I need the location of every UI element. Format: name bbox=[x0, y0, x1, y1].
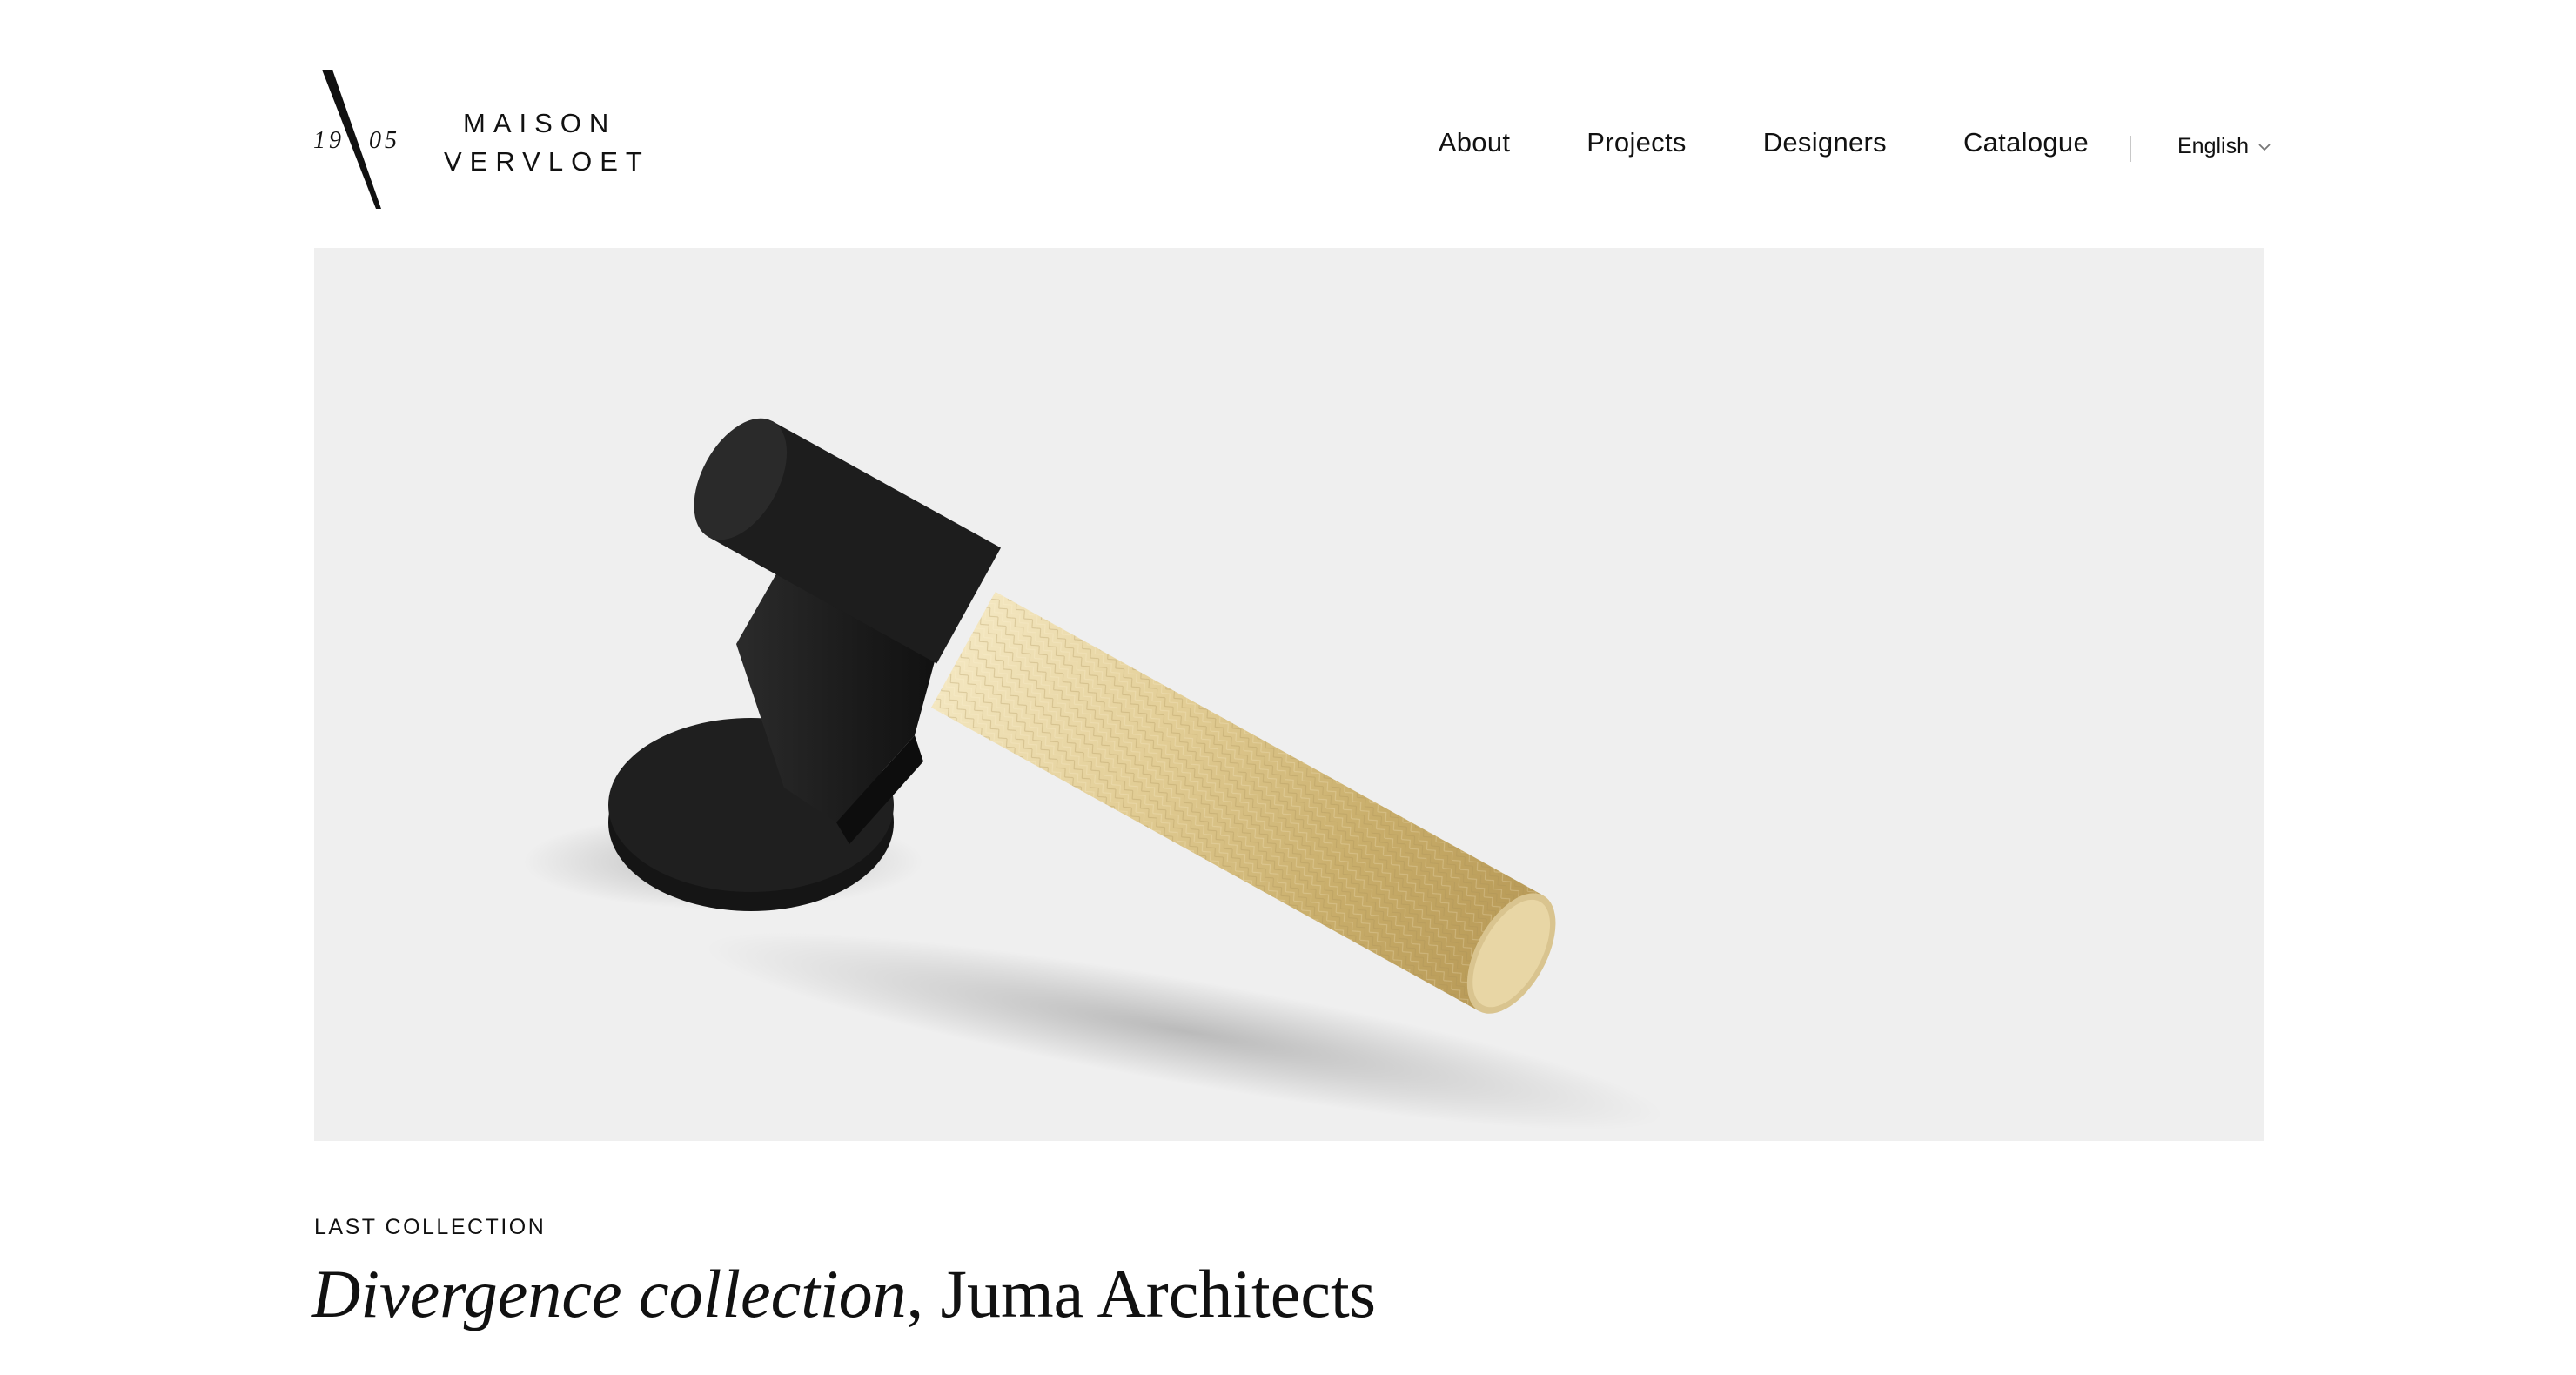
nav-divider bbox=[2130, 136, 2131, 162]
main-nav: About Projects Designers Catalogue bbox=[1439, 127, 2089, 158]
brand-logo[interactable]: 19 05 MAISON VERVLOET bbox=[313, 68, 642, 209]
feature-title-collection: Divergence collection bbox=[312, 1256, 907, 1331]
language-label: English bbox=[2177, 134, 2249, 158]
site-header: 19 05 MAISON VERVLOET About Projects Des… bbox=[0, 0, 2576, 235]
chevron-down-icon bbox=[2258, 143, 2271, 151]
logo-wordmark-line1: MAISON bbox=[463, 108, 617, 138]
nav-projects[interactable]: Projects bbox=[1587, 127, 1686, 158]
language-selector[interactable]: English bbox=[2177, 134, 2271, 159]
logo-year-right: 05 bbox=[369, 127, 400, 154]
feature-title-architect: , Juma Architects bbox=[906, 1256, 1376, 1331]
nav-about[interactable]: About bbox=[1439, 127, 1511, 158]
section-eyebrow: LAST COLLECTION bbox=[314, 1215, 547, 1239]
feature-title-link[interactable]: Divergence collection, Juma Architects bbox=[312, 1260, 1376, 1328]
door-handle-illustration bbox=[523, 418, 1665, 1130]
nav-catalogue[interactable]: Catalogue bbox=[1963, 127, 2089, 158]
logo-wordmark-line2: VERVLOET bbox=[444, 146, 650, 177]
logo-year-left: 19 bbox=[313, 127, 345, 154]
hero-image[interactable] bbox=[314, 248, 2264, 1141]
nav-designers[interactable]: Designers bbox=[1763, 127, 1887, 158]
